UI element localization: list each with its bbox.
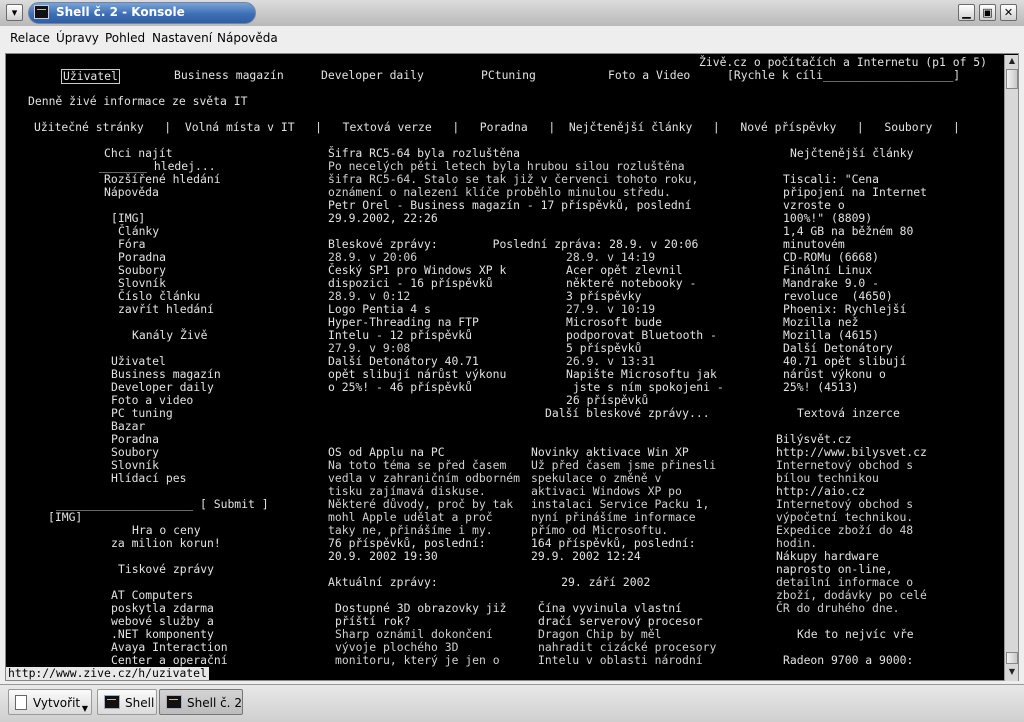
- new-document-icon: [15, 695, 27, 710]
- terminal-line: 25%! (4513): [783, 380, 859, 394]
- terminal-line: Kanály Živě: [132, 328, 208, 342]
- terminal-line: Hlídací pes: [111, 471, 187, 485]
- terminal-line: monitoru, který je jen o: [335, 653, 500, 667]
- menu-upravy[interactable]: Úpravy: [56, 31, 99, 45]
- tab-shell-2-label: Shell č. 2: [187, 696, 242, 710]
- menu-nastaveni[interactable]: Nastavení: [152, 31, 212, 45]
- status-url: http://www.zive.cz/h/uzivatel: [6, 666, 209, 680]
- terminal-icon: [104, 695, 120, 709]
- window-title: Shell č. 2 - Konsole: [56, 5, 185, 19]
- terminal-line: Aktuální zprávy: 29. září 2002: [328, 575, 651, 589]
- terminal-line: 20.9. 2002 19:30: [328, 549, 438, 563]
- scroll-down-icon[interactable]: ▼: [1006, 666, 1018, 678]
- scrollbar-thumb[interactable]: [1006, 69, 1018, 89]
- vertical-scrollbar[interactable]: ▲ ▼: [1004, 55, 1018, 681]
- terminal-line: [IMG]: [48, 510, 83, 524]
- terminal-line: [Rychle k cíli___________________]: [727, 68, 961, 82]
- tab-shell-label: Shell: [125, 696, 155, 710]
- tab-shell[interactable]: Shell: [97, 689, 157, 715]
- terminal-line: ____________________ [ Submit ]: [56, 497, 269, 511]
- taskbar: Vytvořit ▼ Shell Shell č. 2: [0, 684, 1024, 722]
- terminal-line: o 25%! - 46 příspěvků: [328, 380, 473, 394]
- scroll-grip-icon[interactable]: [1006, 652, 1018, 664]
- close-icon: ✕: [1003, 6, 1014, 19]
- window-titlebar[interactable]: ▾ Shell č. 2 - Konsole ▁ ▣ ✕: [0, 0, 1024, 26]
- create-label: Vytvořit: [33, 696, 81, 710]
- terminal-line: Uživatel: [61, 69, 120, 84]
- terminal-line: zavřít hledání: [118, 302, 215, 316]
- create-session-button[interactable]: Vytvořit ▼: [8, 689, 92, 715]
- terminal-line: Business magazín: [174, 68, 284, 82]
- terminal-screen[interactable]: Živě.cz o počítačích a Internetu (p1 of …: [5, 53, 1019, 681]
- maximize-button[interactable]: ▣: [979, 4, 996, 21]
- terminal-line: Kde to nejvíc vře: [797, 627, 914, 641]
- menu-pohled[interactable]: Pohled: [105, 31, 145, 45]
- terminal-line: Intelu v oblasti národní: [538, 653, 703, 667]
- menubar: Relace Úpravy Pohled Nastavení Nápověda: [0, 26, 1024, 50]
- window-menu-button[interactable]: ▾: [6, 4, 23, 21]
- maximize-icon: ▣: [982, 6, 993, 19]
- menu-napoveda[interactable]: Nápověda: [217, 31, 278, 45]
- dropdown-arrow-icon: ▼: [81, 704, 88, 713]
- menu-relace[interactable]: Relace: [10, 31, 50, 45]
- chevron-down-icon: ▾: [11, 6, 18, 19]
- terminal-line: Další bleskové zprávy...: [545, 406, 710, 420]
- terminal-line: za milion korun!: [111, 536, 221, 550]
- terminal-line: 29.9.2002, 22:26: [328, 211, 438, 225]
- terminal-line: Tiskové zprávy: [118, 562, 215, 576]
- terminal-line: Radeon 9700 a 9000:: [783, 653, 914, 667]
- close-button[interactable]: ✕: [1000, 4, 1017, 21]
- tab-shell-2[interactable]: Shell č. 2: [159, 689, 243, 715]
- terminal-line: Textová inzerce: [797, 406, 900, 420]
- terminal-line: Nejčtenější články: [790, 146, 914, 160]
- scroll-up-icon[interactable]: ▲: [1006, 55, 1018, 67]
- terminal-line: ČR do druhého dne.: [776, 601, 900, 615]
- terminal-line: Developer daily: [321, 68, 424, 82]
- terminal-line: 29.9. 2002 12:24: [531, 549, 641, 563]
- konsole-app-icon: [34, 5, 49, 19]
- terminal-line: Nápověda: [104, 185, 159, 199]
- terminal-line: PCtuning: [481, 68, 536, 82]
- minimize-button[interactable]: ▁: [958, 4, 975, 21]
- terminal-icon: [166, 695, 182, 709]
- minimize-icon: ▁: [962, 6, 971, 19]
- terminal-line: Foto a Video: [608, 68, 691, 82]
- terminal-line: Denně živé informace ze světa IT: [28, 94, 248, 108]
- terminal-line: Užitečné stránky | Volná místa v IT | Te…: [34, 120, 960, 134]
